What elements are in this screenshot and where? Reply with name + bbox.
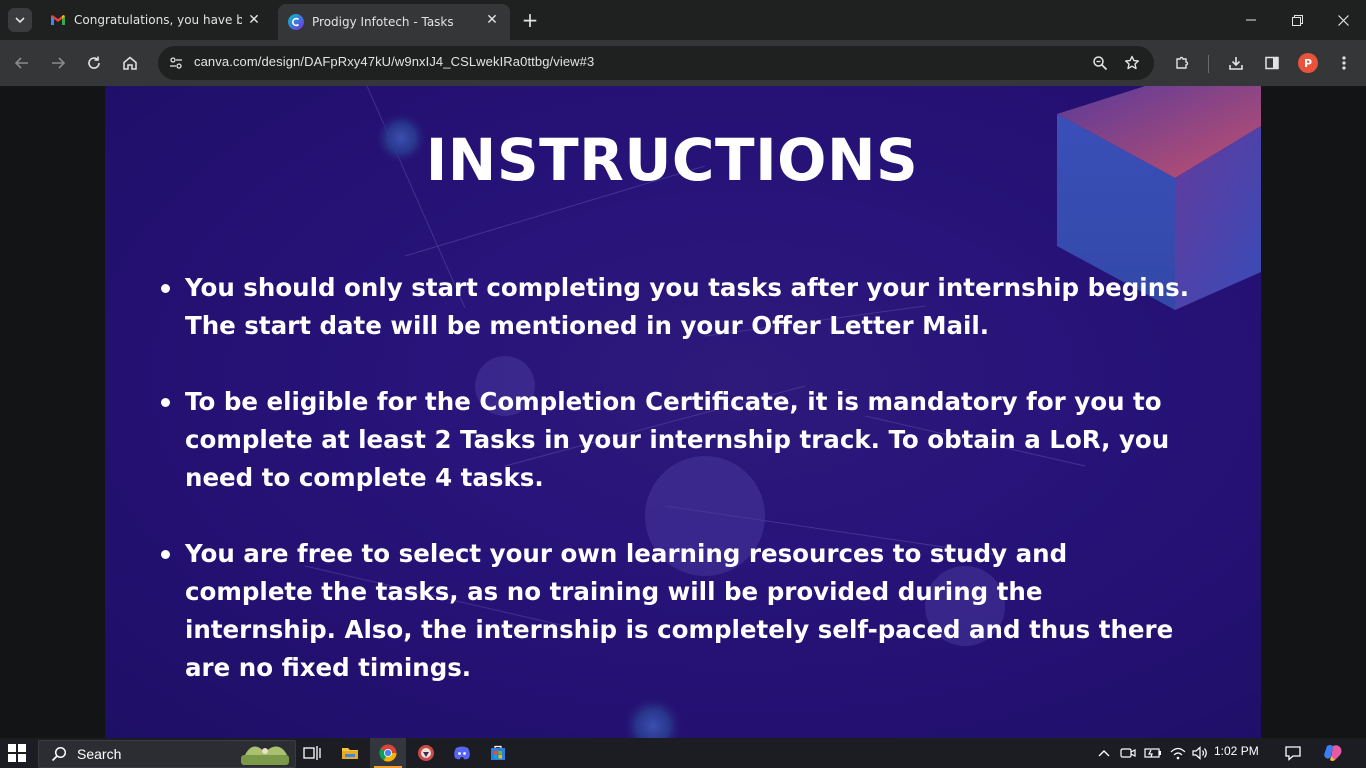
close-tab-icon[interactable]: ✕ [244,10,264,30]
discord-icon [454,746,470,760]
star-icon [1125,55,1139,70]
tab-prodigy-tasks[interactable]: Prodigy Infotech - Tasks ✕ [278,4,510,40]
chat-bubble-icon [1285,746,1301,761]
camera-icon [1120,748,1136,758]
browser-toolbar: canva.com/design/DAFpRxy47kU/w9nxIJ4_CSL… [0,40,1366,86]
side-panel-icon [1265,56,1279,70]
toolbar-divider [1208,55,1209,73]
forward-button[interactable] [44,49,72,77]
battery-icon [1144,748,1161,758]
taskbar-app-game[interactable] [408,738,444,768]
minimize-icon [1246,19,1256,21]
canva-icon [288,14,304,30]
download-icon [1229,57,1243,70]
show-hidden-icons-button[interactable] [1096,745,1112,761]
tray-volume[interactable] [1192,745,1208,761]
notifications-button[interactable] [1284,745,1302,761]
restore-icon [1291,14,1303,26]
minimize-button[interactable] [1228,0,1274,40]
instruction-text: You are free to select your own learning… [185,539,1174,682]
more-vert-icon [1342,56,1346,70]
gmail-icon [51,15,65,25]
instruction-text: You should only start completing you tas… [185,273,1190,340]
tune-icon [170,57,182,69]
presentation-slide: INSTRUCTIONS You should only start compl… [105,86,1261,738]
arrow-left-icon [14,57,28,69]
tab-search-button[interactable] [8,8,32,32]
home-icon [123,56,137,70]
instruction-text: To be eligible for the Completion Certif… [185,387,1170,492]
app-icon [418,745,434,761]
volume-icon [1192,746,1207,760]
side-panel-button[interactable] [1258,49,1286,77]
tray-wifi[interactable] [1170,745,1186,761]
windows-start-icon[interactable] [8,744,26,762]
home-button[interactable] [116,49,144,77]
page-viewport: INSTRUCTIONS You should only start compl… [0,86,1366,738]
back-button[interactable] [8,49,36,77]
copilot-button[interactable] [1322,742,1344,764]
reload-icon [88,56,100,69]
list-item: To be eligible for the Completion Certif… [157,383,1197,497]
bullet-dot [161,550,170,559]
close-window-button[interactable] [1320,0,1366,40]
chrome-icon [379,744,397,762]
url-text[interactable]: canva.com/design/DAFpRxy47kU/w9nxIJ4_CSL… [194,54,594,69]
tray-battery[interactable] [1144,745,1162,761]
tab-strip: Congratulations, you have been ✕ Prodigy… [0,0,1366,40]
taskbar-search[interactable]: Search [38,740,296,768]
tab-title: Prodigy Infotech - Tasks [312,15,454,29]
task-view-icon [303,746,321,760]
copilot-icon [1324,745,1342,761]
instructions-list: You should only start completing you tas… [157,269,1197,725]
restore-button[interactable] [1274,0,1320,40]
bullet-dot [161,284,170,293]
slide-title: INSTRUCTIONS [425,126,919,194]
task-view-button[interactable] [294,738,330,768]
folder-icon [342,748,358,759]
search-highlight-icon [241,746,289,765]
chevron-up-icon [1098,750,1110,757]
taskbar-store[interactable] [480,738,516,768]
list-item: You should only start completing you tas… [157,269,1197,345]
zoom-icon [1093,56,1108,71]
search-label: Search [77,746,122,762]
search-icon [51,746,67,762]
taskbar-chrome[interactable] [370,738,406,768]
close-tab-icon[interactable]: ✕ [482,10,502,30]
address-bar[interactable]: canva.com/design/DAFpRxy47kU/w9nxIJ4_CSL… [158,46,1154,80]
list-item: You are free to select your own learning… [157,535,1197,687]
taskbar-clock[interactable]: 1:02 PM [1214,744,1259,758]
profile-avatar[interactable]: P [1298,53,1318,73]
new-tab-button[interactable]: + [518,8,542,32]
chevron-down-icon [15,17,25,24]
extensions-button[interactable] [1168,49,1196,77]
tab-gmail[interactable]: Congratulations, you have been ✕ [40,4,272,36]
tab-title: Congratulations, you have been [74,13,242,27]
puzzle-icon [1176,56,1189,69]
arrow-right-icon [52,57,66,69]
menu-button[interactable] [1330,49,1358,77]
zoom-button[interactable] [1088,51,1112,75]
bullet-dot [161,398,170,407]
taskbar-file-explorer[interactable] [332,738,368,768]
reload-button[interactable] [80,49,108,77]
close-icon [1337,14,1349,26]
bookmark-button[interactable] [1120,51,1144,75]
taskbar-discord[interactable] [444,738,480,768]
tray-camera[interactable] [1120,745,1136,761]
downloads-button[interactable] [1222,49,1250,77]
wifi-icon [1170,747,1186,760]
site-info-button[interactable] [164,51,188,75]
store-icon [491,745,505,760]
windows-taskbar: Search 1:02 PM [0,738,1366,768]
